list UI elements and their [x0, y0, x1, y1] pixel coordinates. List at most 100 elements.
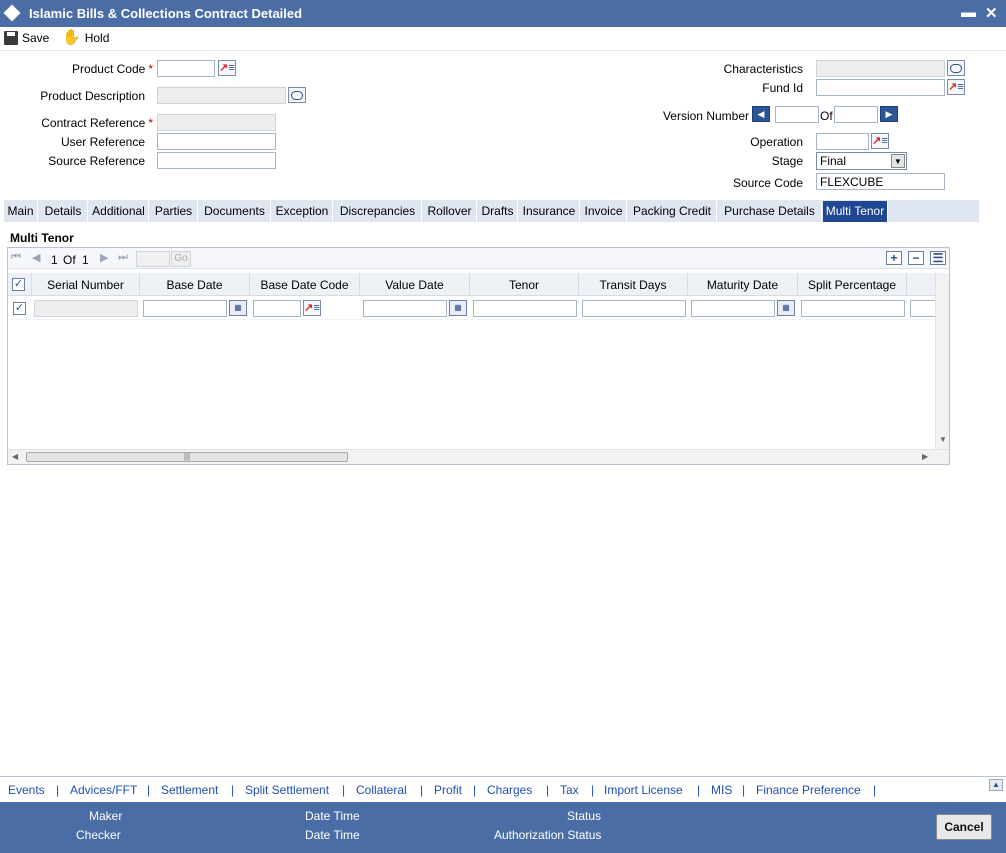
tab-documents[interactable]: Documents [199, 201, 271, 222]
col-split-percentage[interactable]: Split Percentage [798, 273, 907, 296]
scroll-thumb[interactable]: ||| [26, 452, 348, 462]
link-separator: | [473, 783, 477, 797]
title-bar: Islamic Bills & Collections Contract Det… [0, 0, 1006, 27]
col-transit-days[interactable]: Transit Days [579, 273, 688, 296]
base-date-code-cell[interactable] [253, 300, 301, 317]
row-checkbox[interactable]: ✓ [13, 302, 26, 315]
user-reference-input[interactable] [157, 133, 276, 150]
horizontal-scrollbar[interactable]: ◀ ||| ▶ [8, 449, 949, 464]
col-tenor[interactable]: Tenor [470, 273, 579, 296]
hold-label: Hold [84, 31, 110, 45]
link-import-license[interactable]: Import License [604, 783, 683, 797]
lov-icon: ↗≡ [872, 135, 888, 147]
tab-details[interactable]: Details [39, 201, 88, 222]
page-number-input[interactable] [136, 251, 170, 267]
tab-parties[interactable]: Parties [150, 201, 198, 222]
speech-bubble-icon [291, 90, 303, 100]
operation-lov-button[interactable]: ↗≡ [871, 133, 889, 149]
tab-drafts[interactable]: Drafts [478, 201, 518, 222]
hold-button[interactable]: ✋ Hold [62, 30, 110, 45]
minimize-icon[interactable]: ▬ [961, 4, 976, 21]
link-advices-fft[interactable]: Advices/FFT [70, 783, 137, 797]
source-reference-input[interactable] [157, 152, 276, 169]
link-tax[interactable]: Tax [560, 783, 579, 797]
product-description-popup-button[interactable] [288, 87, 306, 103]
tab-exception[interactable]: Exception [272, 201, 333, 222]
scroll-right-icon[interactable]: ▶ [922, 452, 928, 461]
col-serial-number[interactable]: Serial Number [32, 273, 140, 296]
col-base-date[interactable]: Base Date [140, 273, 250, 296]
tab-packing-credit[interactable]: Packing Credit [628, 201, 717, 222]
operation-input[interactable] [816, 133, 869, 150]
delete-row-icon[interactable]: − [908, 251, 924, 265]
col-base-date-code[interactable]: Base Date Code [250, 273, 360, 296]
previous-page-icon[interactable]: ◀ [32, 251, 40, 264]
fund-id-input[interactable] [816, 79, 945, 96]
characteristics-popup-button[interactable] [947, 60, 965, 76]
characteristics-input [816, 60, 945, 77]
value-date-cell[interactable] [363, 300, 447, 317]
stage-value: Final [820, 154, 847, 168]
base-date-cell[interactable] [143, 300, 227, 317]
serial-number-cell [34, 300, 138, 317]
lov-icon: ↗≡ [948, 81, 964, 93]
tab-main[interactable]: Main [4, 201, 38, 222]
tab-additional[interactable]: Additional [89, 201, 149, 222]
link-separator: | [56, 783, 60, 797]
version-total-input[interactable] [834, 106, 878, 123]
toolbar: Save ✋ Hold [0, 27, 1006, 51]
maturity-date-cell[interactable] [691, 300, 775, 317]
calendar-icon[interactable]: ▦ [777, 300, 795, 316]
tab-invoice[interactable]: Invoice [581, 201, 627, 222]
maker-date-time-label: Date Time [305, 809, 360, 823]
calendar-icon[interactable]: ▦ [229, 300, 247, 316]
add-row-icon[interactable]: + [886, 251, 902, 265]
tab-multi-tenor[interactable]: Multi Tenor [823, 201, 888, 222]
fund-id-lov-button[interactable]: ↗≡ [947, 79, 965, 95]
link-events[interactable]: Events [8, 783, 45, 797]
link-split-settlement[interactable]: Split Settlement [245, 783, 329, 797]
link-finance-preference[interactable]: Finance Preference [756, 783, 861, 797]
tenor-cell[interactable] [473, 300, 577, 317]
tab-rollover[interactable]: Rollover [423, 201, 477, 222]
tab-purchase-details[interactable]: Purchase Details [718, 201, 822, 222]
first-page-icon[interactable]: ⏮ [11, 251, 21, 264]
col-extra [907, 273, 935, 296]
calendar-icon[interactable]: ▦ [449, 300, 467, 316]
fund-id-label: Fund Id [762, 81, 803, 95]
version-next-button[interactable]: ▶ [880, 106, 898, 122]
scroll-up-icon[interactable]: ▲ [989, 779, 1003, 791]
source-code-input[interactable]: FLEXCUBE [816, 173, 945, 190]
link-separator: | [546, 783, 550, 797]
link-settlement[interactable]: Settlement [161, 783, 218, 797]
version-previous-button[interactable]: ◀ [752, 106, 770, 122]
split-percentage-cell[interactable] [801, 300, 905, 317]
stage-select[interactable]: Final ▼ [816, 152, 907, 170]
transit-days-cell[interactable] [582, 300, 686, 317]
go-button[interactable]: Go [171, 251, 191, 267]
scroll-left-icon[interactable]: ◀ [12, 452, 18, 461]
next-page-icon[interactable]: ▶ [100, 251, 108, 264]
cancel-button[interactable]: Cancel [936, 814, 992, 840]
save-button[interactable]: Save [4, 31, 49, 45]
close-icon[interactable]: ✕ [985, 4, 998, 22]
col-value-date[interactable]: Value Date [360, 273, 470, 296]
single-view-icon[interactable]: ☰ [930, 251, 946, 265]
tab-discrepancies[interactable]: Discrepancies [334, 201, 422, 222]
col-maturity-date[interactable]: Maturity Date [688, 273, 798, 296]
link-mis[interactable]: MIS [711, 783, 732, 797]
last-page-icon[interactable]: ⏭ [118, 251, 128, 264]
link-collateral[interactable]: Collateral [356, 783, 407, 797]
link-charges[interactable]: Charges [487, 783, 532, 797]
extra-cell[interactable] [910, 300, 935, 317]
product-code-lov-button[interactable]: ↗≡ [218, 60, 236, 76]
vertical-scrollbar[interactable]: ▼ [935, 273, 949, 449]
source-reference-label: Source Reference [48, 154, 145, 168]
scroll-down-icon[interactable]: ▼ [939, 435, 947, 444]
product-code-input[interactable] [157, 60, 215, 77]
tab-insurance[interactable]: Insurance [519, 201, 580, 222]
select-all-checkbox[interactable]: ✓ [12, 278, 25, 291]
version-number-input[interactable] [775, 106, 819, 123]
base-date-code-lov-button[interactable]: ↗≡ [303, 300, 321, 316]
link-profit[interactable]: Profit [434, 783, 462, 797]
